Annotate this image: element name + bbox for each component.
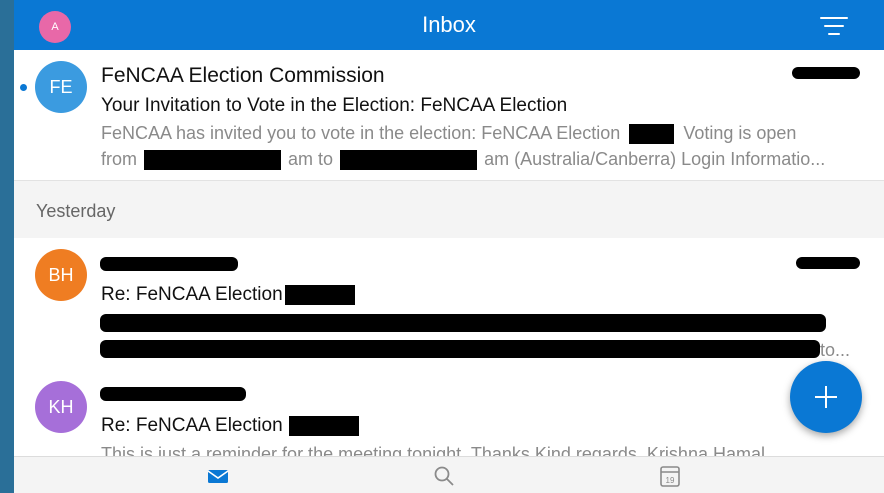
avatar: KH <box>35 381 87 433</box>
calendar-icon: 19 <box>660 466 680 487</box>
mail-icon <box>207 470 229 483</box>
plus-icon-stroke <box>825 386 827 408</box>
redacted-preview <box>100 340 820 358</box>
sender-name: FeNCAA Election Commission <box>101 64 385 87</box>
tab-mail[interactable] <box>204 463 232 489</box>
avatar: FE <box>35 61 87 113</box>
preview-text: to... <box>820 340 851 360</box>
avatar: BH <box>35 249 87 301</box>
subject-text: Re: FeNCAA Election <box>101 284 283 305</box>
redacted-preview <box>100 314 826 332</box>
redaction-block <box>284 284 355 305</box>
date-section-header: Yesterday <box>14 180 884 239</box>
preview-text: FeNCAA has invited you to vote in the el… <box>101 123 621 143</box>
redaction-block <box>144 150 282 171</box>
redacted-sender <box>100 387 246 401</box>
filter-icon[interactable] <box>820 15 850 37</box>
search-icon <box>434 466 454 486</box>
preview-text: am (Australia/Canberra) Login Informatio… <box>484 149 826 169</box>
email-subject: Re: FeNCAA Election <box>101 284 355 306</box>
app-frame: A Inbox FE FeNCAA Election Commission Yo… <box>14 0 884 493</box>
bottom-navigation: 19 <box>14 456 884 493</box>
page-title: Inbox <box>422 12 476 37</box>
tab-search[interactable] <box>430 463 458 489</box>
redacted-date <box>792 67 860 79</box>
email-list-item[interactable]: BH Re: FeNCAA Election to... <box>14 238 884 368</box>
section-label: Yesterday <box>36 201 116 221</box>
email-preview-line: FeNCAA has invited you to vote in the el… <box>101 123 871 145</box>
unread-indicator <box>20 84 27 91</box>
calendar-day: 19 <box>666 476 675 485</box>
subject-text: Re: FeNCAA Election <box>101 415 283 436</box>
redaction-block <box>288 415 359 436</box>
redaction-block <box>629 124 675 145</box>
email-subject: Your Invitation to Vote in the Election:… <box>101 95 568 116</box>
compose-button[interactable] <box>790 361 862 433</box>
redacted-sender <box>100 257 238 271</box>
email-subject: Re: FeNCAA Election <box>101 415 359 437</box>
tab-calendar[interactable]: 19 <box>656 463 684 489</box>
email-list-item[interactable]: KH Re: FeNCAA Election This is just a re… <box>14 368 884 464</box>
email-preview-line: from am to am (Australia/Canberra) Login… <box>101 149 871 171</box>
redaction-block <box>340 150 478 171</box>
email-list-item[interactable]: FE FeNCAA Election Commission Your Invit… <box>14 50 884 180</box>
preview-text: from <box>101 149 137 169</box>
redacted-date <box>796 257 860 269</box>
app-header: A Inbox <box>14 0 884 50</box>
preview-text: am to <box>288 149 334 169</box>
preview-text: Voting is open <box>683 123 797 143</box>
